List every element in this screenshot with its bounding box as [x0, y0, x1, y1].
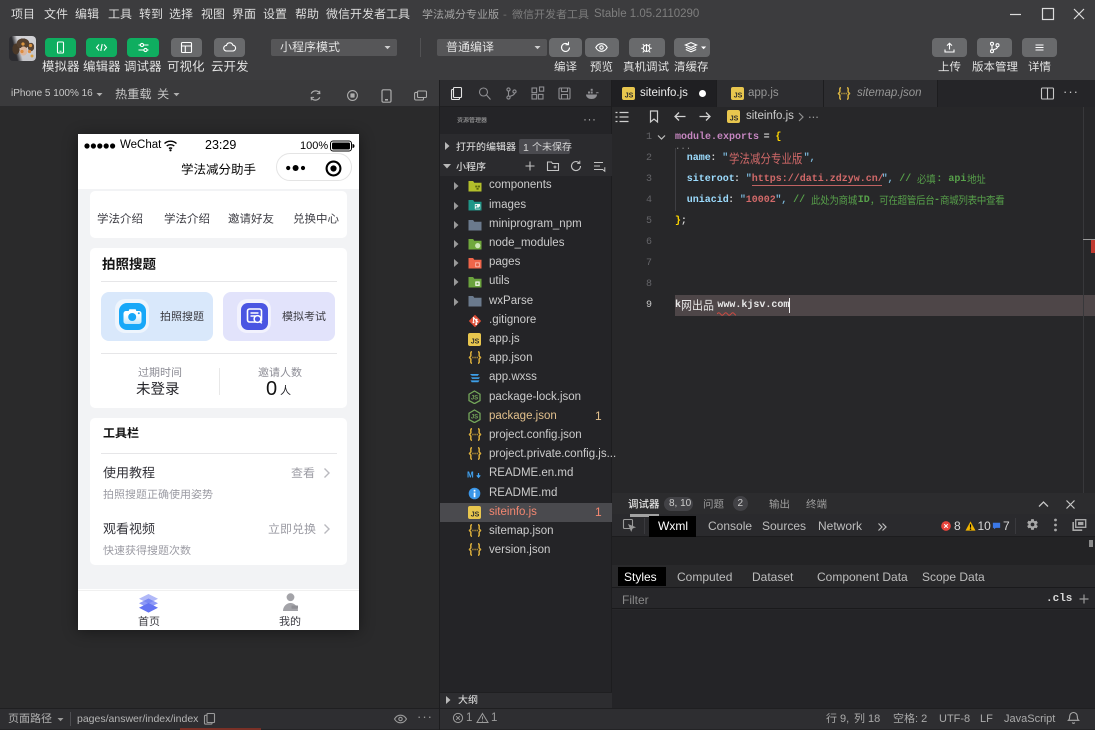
svg-text:JS: JS [471, 415, 478, 421]
svg-text:JS: JS [471, 512, 480, 519]
svg-text:JS: JS [734, 93, 743, 100]
svg-text:JS: JS [471, 395, 478, 401]
svg-text:JS: JS [471, 339, 480, 346]
svg-text:M: M [467, 470, 474, 479]
svg-text:JS: JS [730, 116, 739, 123]
svg-text:JS: JS [625, 93, 634, 100]
